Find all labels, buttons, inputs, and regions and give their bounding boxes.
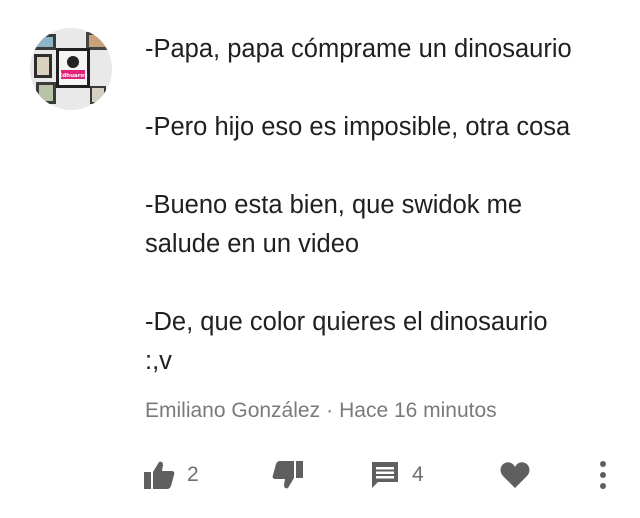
comment-line: -Bueno esta bien, que swidok me — [145, 191, 523, 219]
comment-body: -Papa, papa cómprame un dinosaurio -Pero… — [145, 30, 625, 381]
thumbs-down-icon — [272, 460, 304, 490]
like-count: 2 — [187, 463, 199, 486]
author-name[interactable]: Emiliano González — [145, 399, 320, 422]
comment-line: salude en un video — [145, 230, 360, 258]
reply-count: 4 — [412, 463, 424, 486]
timestamp: Hace 16 minutos — [339, 399, 497, 422]
like-button[interactable]: 2 — [143, 452, 199, 498]
meta-separator: · — [326, 399, 334, 422]
reply-icon — [370, 460, 400, 490]
more-vert-icon — [596, 460, 610, 490]
heart-icon — [500, 461, 530, 489]
comment-line: -De, que color quieres el dinosaurio — [145, 308, 548, 336]
avatar[interactable]: Edhuaros — [30, 28, 112, 110]
more-options-button[interactable] — [596, 452, 610, 498]
comment-actions: 2 4 — [0, 452, 640, 498]
comment-meta: Emiliano González · Hace 16 minutos — [145, 396, 497, 426]
comment-line: :,v — [145, 347, 172, 375]
comment-line: -Papa, papa cómprame un dinosaurio — [145, 35, 572, 63]
thumbs-up-icon — [143, 460, 175, 490]
comment-line: -Pero hijo eso es imposible, otra cosa — [145, 113, 571, 141]
comment-card: Edhuaros -Papa, papa cómprame un dinosau… — [0, 0, 640, 518]
dislike-button[interactable] — [272, 452, 304, 498]
heart-button[interactable] — [500, 452, 530, 498]
avatar-logo-text: Edhuaros — [58, 73, 88, 79]
reply-button[interactable]: 4 — [370, 452, 424, 498]
avatar-image: Edhuaros — [30, 28, 112, 110]
